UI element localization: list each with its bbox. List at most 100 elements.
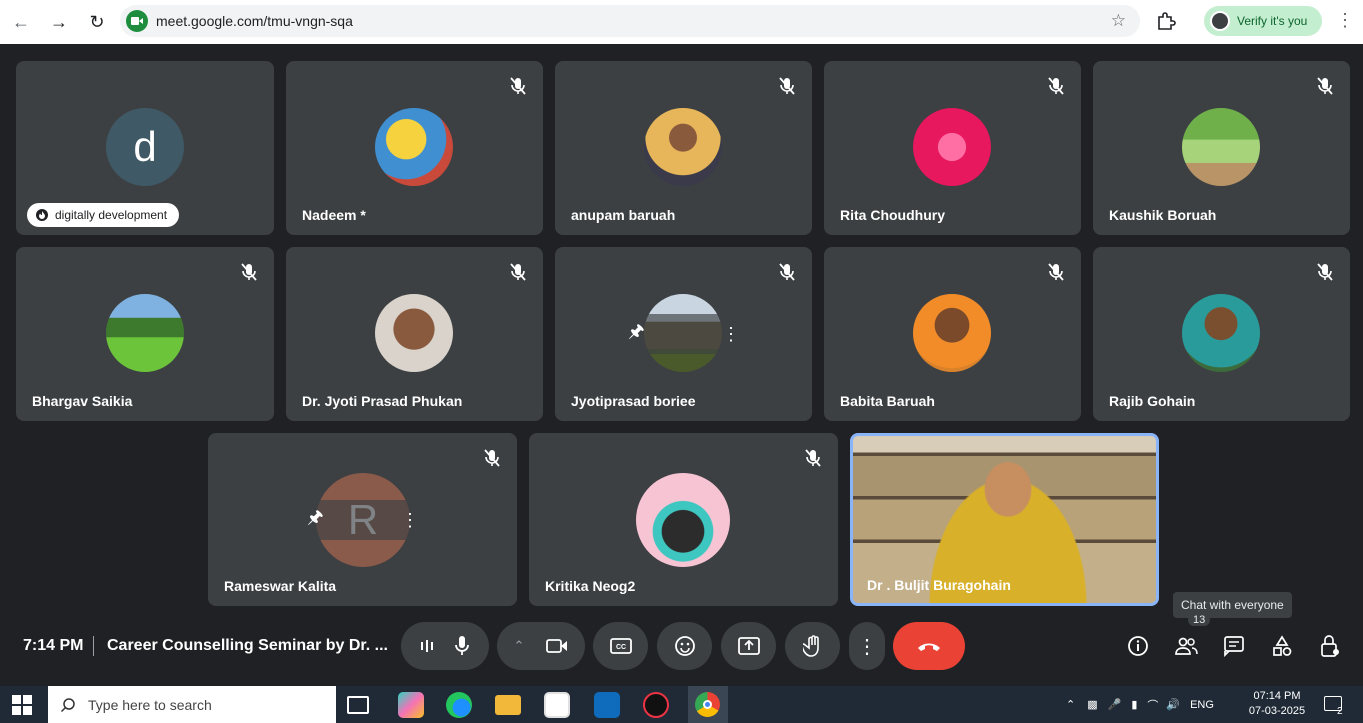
address-bar[interactable]: meet.google.com/tmu-vngn-sqa ☆	[120, 5, 1140, 37]
outlook-icon[interactable]	[594, 692, 620, 718]
profile-avatar	[1210, 11, 1230, 31]
avatar: d	[106, 108, 184, 186]
forward-icon[interactable]: →	[42, 5, 76, 39]
store-icon[interactable]	[544, 692, 570, 718]
avatar	[636, 473, 730, 567]
participant-name: Rameswar Kalita	[224, 578, 337, 594]
wifi-icon[interactable]: ⌒	[1147, 697, 1158, 713]
edge-icon[interactable]	[446, 692, 472, 718]
shapes-icon	[1273, 635, 1292, 656]
taskbar-time: 07:14 PM	[1253, 690, 1301, 702]
avatar	[644, 108, 722, 186]
participant-tile[interactable]: Rita Choudhury	[824, 61, 1081, 235]
taskbar-clock[interactable]: 07:14 PM 07-03-2025	[1247, 689, 1307, 719]
microphone-tray-icon[interactable]: 🎤	[1108, 698, 1122, 711]
mic-button[interactable]	[401, 622, 489, 670]
chrome-logo-center	[703, 700, 712, 709]
mic-icon	[455, 636, 469, 655]
verify-label: Verify it's you	[1237, 14, 1308, 28]
meet-tray-icon[interactable]: ▩	[1087, 698, 1097, 711]
copilot-icon[interactable]	[398, 692, 424, 718]
browser-menu-icon[interactable]: ⋮	[1336, 10, 1354, 31]
app-icon[interactable]	[643, 692, 669, 718]
participant-tile[interactable]: d digitally development	[16, 61, 274, 235]
flame-icon	[36, 209, 48, 221]
participant-name: Dr. Jyoti Prasad Phukan	[302, 393, 463, 409]
raise-hand-button[interactable]	[785, 622, 840, 670]
avatar	[913, 108, 991, 186]
participant-tile[interactable]: Kaushik Boruah	[1093, 61, 1350, 235]
search-placeholder: Type here to search	[88, 696, 212, 713]
more-options-icon[interactable]: ⋮	[401, 510, 419, 531]
extensions-icon[interactable]	[1154, 9, 1178, 33]
avatar-letter: d	[133, 123, 157, 170]
taskbar-search-input[interactable]: Type here to search	[48, 686, 336, 723]
avatar	[1182, 108, 1260, 186]
leave-call-button[interactable]	[893, 622, 965, 670]
participant-tile[interactable]: Rajib Gohain	[1093, 247, 1350, 421]
participant-tile[interactable]: R 🖈 ⋮ Rameswar Kalita	[208, 433, 517, 606]
meet-site-icon	[126, 10, 148, 32]
participant-tile[interactable]: Nadeem *	[286, 61, 543, 235]
participant-tile[interactable]: anupam baruah	[555, 61, 812, 235]
captions-button[interactable]: CC	[593, 622, 648, 670]
present-screen-button[interactable]	[721, 622, 776, 670]
search-icon	[60, 697, 75, 712]
hang-up-icon	[918, 643, 940, 651]
participant-tile[interactable]: Bhargav Saikia	[16, 247, 274, 421]
camera-button[interactable]: ⌃	[497, 622, 585, 670]
participant-name: Kritika Neog2	[545, 578, 636, 594]
mic-off-icon	[779, 77, 795, 95]
reload-icon[interactable]: ↻	[80, 5, 114, 39]
captions-icon: CC	[609, 638, 632, 654]
people-button[interactable]	[1172, 622, 1200, 670]
participant-tile[interactable]: Dr. Jyoti Prasad Phukan	[286, 247, 543, 421]
pin-icon[interactable]: 🖈	[307, 505, 324, 535]
language-indicator[interactable]: ENG	[1190, 699, 1214, 711]
windows-start-icon[interactable]	[12, 695, 32, 715]
host-controls-button[interactable]	[1316, 622, 1344, 670]
taskbar-date: 07-03-2025	[1248, 705, 1306, 717]
verify-identity-chip[interactable]: Verify it's you	[1204, 6, 1322, 36]
more-options-button[interactable]: ⋮	[849, 622, 885, 670]
bookmark-star-icon[interactable]: ☆	[1111, 11, 1126, 31]
show-hidden-icons[interactable]: ⌃	[1066, 698, 1075, 711]
reactions-button[interactable]	[657, 622, 712, 670]
battery-icon[interactable]: ▮	[1131, 698, 1137, 711]
chevron-up-icon[interactable]: ⌃	[514, 638, 525, 654]
participant-tile[interactable]: Babita Baruah	[824, 247, 1081, 421]
file-explorer-icon[interactable]	[495, 695, 521, 715]
people-icon	[1175, 637, 1198, 655]
pin-icon[interactable]: 🖈	[628, 319, 645, 349]
participant-name: Dr . Buljit Buragohain	[867, 577, 1011, 593]
info-icon	[1128, 636, 1148, 656]
participant-name: Nadeem *	[302, 207, 366, 223]
mic-off-icon	[484, 449, 500, 467]
mic-off-icon	[510, 263, 526, 281]
mic-off-icon	[1048, 263, 1064, 281]
meeting-details-button[interactable]	[1124, 622, 1152, 670]
more-options-icon[interactable]: ⋮	[722, 324, 740, 345]
mic-off-icon	[1317, 77, 1333, 95]
browser-toolbar: ← → ↻ meet.google.com/tmu-vngn-sqa ☆ Ver…	[0, 0, 1363, 44]
mic-off-icon	[241, 263, 257, 281]
participant-tile[interactable]: Kritika Neog2	[529, 433, 838, 606]
mic-off-icon	[1048, 77, 1064, 95]
avatar	[375, 294, 453, 372]
participant-tile[interactable]: 🖈 ⋮ Jyotiprasad boriee	[555, 247, 812, 421]
mic-off-icon	[779, 263, 795, 281]
back-icon[interactable]: ←	[4, 5, 38, 39]
volume-icon[interactable]: 🔊	[1166, 698, 1180, 711]
participant-name: anupam baruah	[571, 207, 676, 223]
participant-name: digitally development	[55, 208, 168, 222]
task-view-icon[interactable]	[347, 696, 369, 714]
more-vert-icon: ⋮	[857, 635, 877, 658]
avatar	[1182, 294, 1260, 372]
avatar	[913, 294, 991, 372]
chat-button[interactable]	[1220, 622, 1248, 670]
meeting-title: Career Counselling Seminar by Dr. ...	[107, 637, 388, 654]
activities-button[interactable]	[1268, 622, 1296, 670]
tile-hover-controls: 🖈 ⋮	[618, 314, 750, 354]
tile-hover-controls: 🖈 ⋮	[297, 500, 429, 540]
participant-tile-active-speaker[interactable]: Dr . Buljit Buragohain	[850, 433, 1159, 606]
